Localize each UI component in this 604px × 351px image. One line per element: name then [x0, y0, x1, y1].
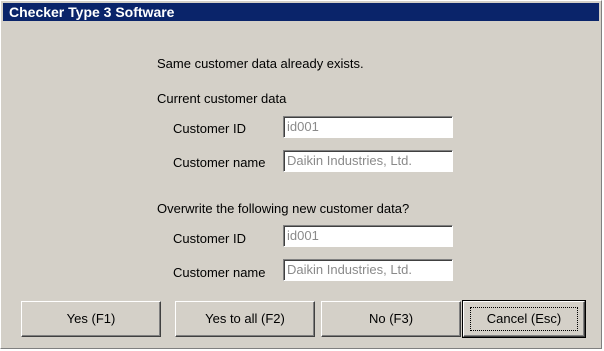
yes-to-all-button[interactable]: Yes to all (F2)	[175, 301, 315, 337]
current-customer-name-field: Daikin Industries, Ltd.	[283, 150, 453, 172]
overwrite-question: Overwrite the following new customer dat…	[157, 201, 410, 216]
new-customer-name-label: Customer name	[173, 265, 266, 280]
no-button-label: No (F3)	[368, 311, 414, 326]
new-customer-name-field: Daikin Industries, Ltd.	[283, 259, 453, 281]
cancel-button[interactable]: Cancel (Esc)	[462, 300, 586, 338]
current-customer-name-label: Customer name	[173, 155, 266, 170]
yes-button-label: Yes (F1)	[66, 311, 116, 326]
current-data-heading: Current customer data	[157, 91, 287, 106]
no-button[interactable]: No (F3)	[321, 301, 461, 337]
new-customer-id-label: Customer ID	[173, 231, 246, 246]
yes-to-all-button-label: Yes to all (F2)	[205, 311, 285, 326]
current-customer-id-field: id001	[283, 116, 453, 138]
duplicate-message: Same customer data already exists.	[157, 56, 364, 71]
window-title: Checker Type 3 Software	[3, 3, 599, 21]
new-customer-id-field: id001	[283, 225, 453, 247]
overwrite-dialog: Checker Type 3 Software Same customer da…	[0, 0, 602, 349]
cancel-button-label: Cancel (Esc)	[486, 311, 562, 326]
yes-button[interactable]: Yes (F1)	[21, 301, 161, 337]
current-customer-id-label: Customer ID	[173, 121, 246, 136]
